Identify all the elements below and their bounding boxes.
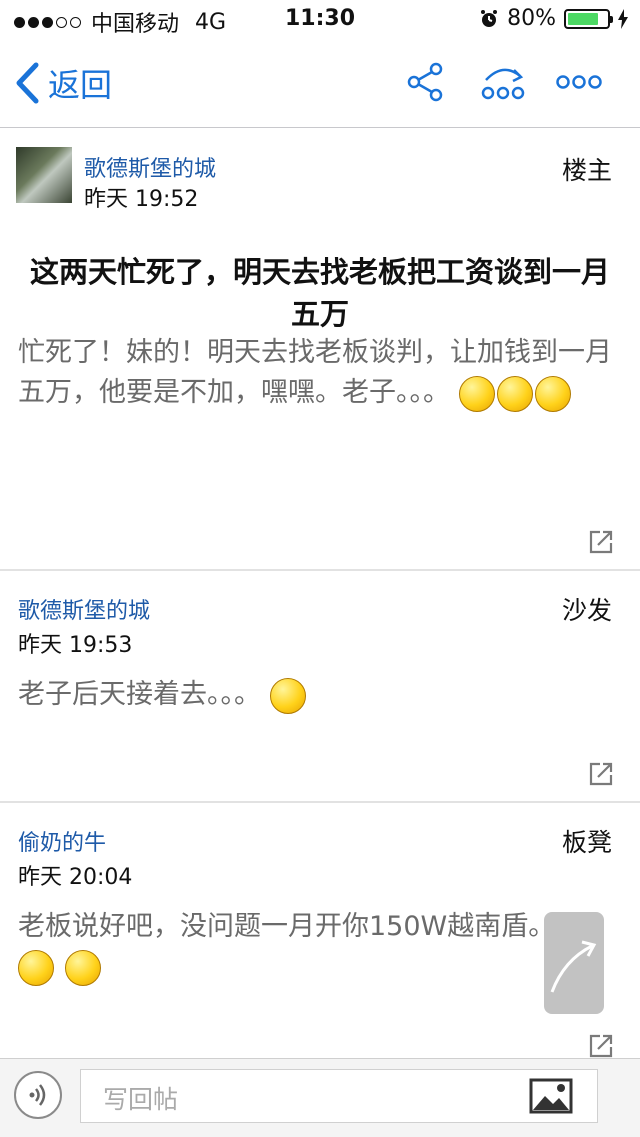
- reply-input[interactable]: 写回帖: [80, 1069, 598, 1123]
- voice-button[interactable]: [14, 1071, 62, 1119]
- battery-percent: 80%: [507, 6, 556, 31]
- laugh-emoji-icon: [18, 949, 54, 986]
- charging-icon: [618, 8, 628, 29]
- post-time: 昨天 19:53: [18, 633, 133, 658]
- original-post: 歌德斯堡的城 昨天 19:52 楼主 这两天忙死了，明天去找老板把工资谈到一月五…: [0, 129, 640, 571]
- battery-icon: [564, 8, 613, 29]
- post-content-text: 老子后天接着去。。。: [18, 679, 261, 710]
- floating-jump-button[interactable]: [544, 912, 604, 1014]
- post-content: 忙死了！妹的！明天去找老板谈判，让加钱到一月五万，他要是不加，嘿嘿。老子。。。: [18, 333, 628, 413]
- post-content-text: 老板说好吧，没问题一月开你150W越南盾。: [18, 911, 556, 942]
- reply-icon[interactable]: [480, 62, 526, 102]
- post-content: 老板说好吧，没问题一月开你150W越南盾。: [18, 907, 628, 987]
- sweat-emoji-icon: [269, 677, 306, 714]
- avatar[interactable]: [16, 147, 72, 203]
- share-icon[interactable]: [406, 62, 446, 102]
- voice-icon: [29, 1084, 46, 1106]
- post-time: 昨天 20:04: [18, 865, 133, 890]
- post-title: 这两天忙死了，明天去找老板把工资谈到一月五万: [29, 255, 610, 331]
- laugh-emoji-icon: [64, 949, 101, 986]
- reply-placeholder: 写回帖: [103, 1085, 179, 1114]
- alarm-icon: [481, 9, 498, 27]
- image-icon[interactable]: [529, 1078, 573, 1114]
- post-author[interactable]: 歌德斯堡的城: [84, 151, 216, 183]
- floor-label: 楼主: [561, 156, 612, 185]
- external-share-icon[interactable]: [588, 1033, 614, 1059]
- chevron-left-icon: [16, 62, 39, 104]
- external-share-icon[interactable]: [588, 529, 614, 555]
- status-bar: 中国移动 4G 11:30 80%: [0, 0, 640, 40]
- shrug-emoji-icon: [496, 375, 533, 412]
- external-share-icon[interactable]: [588, 761, 614, 787]
- post-content: 老子后天接着去。。。: [18, 675, 628, 715]
- more-icon[interactable]: [556, 72, 602, 92]
- sly-emoji-icon: [534, 375, 571, 412]
- back-button[interactable]: 返回: [14, 60, 112, 106]
- nav-bar: 返回: [0, 40, 640, 128]
- floor-label: 板凳: [561, 828, 612, 857]
- back-label: 返回: [48, 66, 113, 104]
- post-author[interactable]: 偷奶的牛: [18, 825, 106, 857]
- arrow-up-right-icon: [550, 940, 597, 993]
- post-author[interactable]: 歌德斯堡的城: [18, 593, 150, 625]
- reply-bar: 写回帖: [0, 1058, 640, 1137]
- status-right: 80%: [479, 6, 628, 31]
- reply-post: 歌德斯堡的城 昨天 19:53 沙发 老子后天接着去。。。: [0, 571, 640, 803]
- smirk-emoji-icon: [458, 375, 495, 412]
- post-time: 昨天 19:52: [84, 187, 199, 212]
- floor-label: 沙发: [561, 596, 612, 625]
